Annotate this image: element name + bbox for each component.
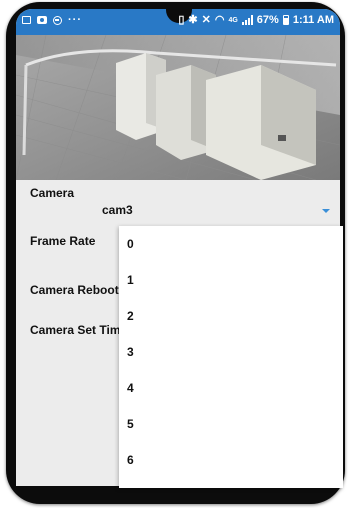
bluetooth-icon: ✱ <box>188 14 198 26</box>
frame-rate-option[interactable]: 5 <box>119 406 343 442</box>
chevron-down-icon[interactable] <box>322 209 330 213</box>
notification-icons: ··· <box>22 14 82 26</box>
network-type-label: 4G <box>228 16 238 24</box>
clock: 1:11 AM <box>292 14 334 26</box>
camera-select[interactable]: cam3 <box>102 203 133 217</box>
mute-icon: ✕ <box>201 14 211 26</box>
system-icons: ▯ ✱ ✕ ◠ 4G 67% 1:11 AM <box>178 14 334 26</box>
camera-icon <box>37 16 47 24</box>
frame-rate-option[interactable]: 0 <box>119 226 343 262</box>
frame-rate-option[interactable]: 3 <box>119 334 343 370</box>
status-bar: ··· ▯ ✱ ✕ ◠ 4G 67% 1:11 AM <box>16 9 340 35</box>
frame-rate-option[interactable]: 6 <box>119 442 343 478</box>
frame-rate-label: Frame Rate <box>30 234 96 248</box>
frame-rate-option[interactable]: 4 <box>119 370 343 406</box>
signal-icon <box>241 15 253 25</box>
battery-icon <box>282 15 289 25</box>
camera-label: Camera <box>30 186 75 200</box>
frame-rate-options-menu: 0 1 2 3 4 5 6 <box>119 226 343 488</box>
frame-rate-option[interactable]: 2 <box>119 298 343 334</box>
more-notifications-indicator: ··· <box>68 14 82 26</box>
camera-feed-image <box>16 35 340 180</box>
frame-rate-option[interactable]: 1 <box>119 262 343 298</box>
battery-percent: 67% <box>256 14 279 26</box>
do-not-disturb-icon <box>53 15 62 25</box>
wifi-icon: ◠ <box>214 14 225 26</box>
gallery-icon <box>22 16 31 24</box>
vibrate-icon: ▯ <box>178 14 185 26</box>
